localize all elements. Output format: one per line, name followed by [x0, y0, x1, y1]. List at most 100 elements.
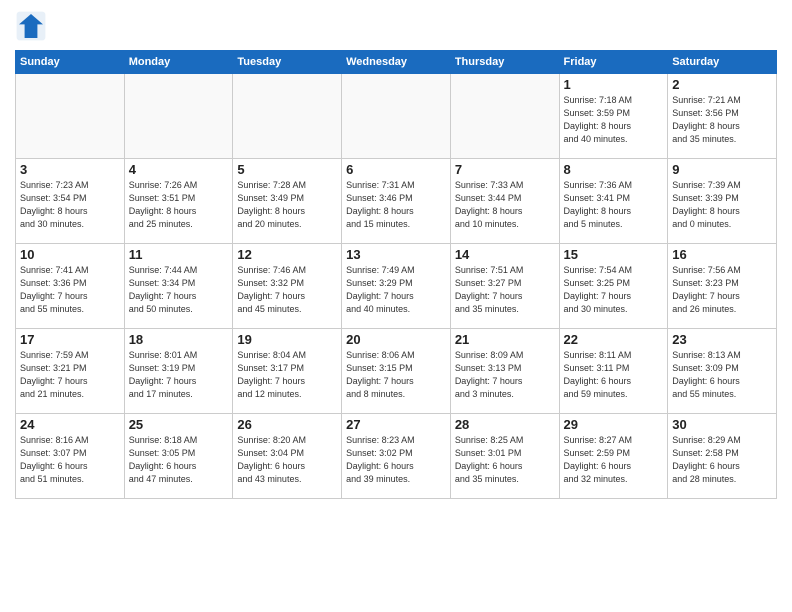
calendar-cell: 29 Sunrise: 8:27 AM Sunset: 2:59 PM Dayli… [559, 414, 668, 499]
day-number: 2 [672, 77, 772, 92]
day-info: Sunrise: 7:26 AM Sunset: 3:51 PM Dayligh… [129, 179, 229, 231]
calendar-cell: 11Sunrise: 7:44 AM Sunset: 3:34 PM Dayli… [124, 244, 233, 329]
day-number: 8 [564, 162, 664, 177]
calendar-cell: 4Sunrise: 7:26 AM Sunset: 3:51 PM Daylig… [124, 159, 233, 244]
calendar-cell: 25 Sunrise: 8:18 AM Sunset: 3:05 PM Dayli… [124, 414, 233, 499]
calendar-week-row: 10Sunrise: 7:41 AM Sunset: 3:36 PM Dayli… [16, 244, 777, 329]
logo [15, 10, 51, 42]
calendar-cell: 15 Sunrise: 7:54 AM Sunset: 3:25 PM Dayli… [559, 244, 668, 329]
day-number: 20 [346, 332, 446, 347]
header-saturday: Saturday [668, 51, 777, 74]
calendar-week-row: 1 Sunrise: 7:18 AM Sunset: 3:59 PM Daylig… [16, 74, 777, 159]
logo-icon [15, 10, 47, 42]
day-info: Sunrise: 7:46 AM Sunset: 3:32 PM Dayligh… [237, 264, 337, 316]
day-number: 24 [20, 417, 120, 432]
calendar-cell: 2 Sunrise: 7:21 AM Sunset: 3:56 PM Daylig… [668, 74, 777, 159]
day-number: 15 [564, 247, 664, 262]
calendar-cell: 14Sunrise: 7:51 AM Sunset: 3:27 PM Dayli… [450, 244, 559, 329]
calendar-cell [450, 74, 559, 159]
day-number: 25 [129, 417, 229, 432]
day-info: Sunrise: 8:23 AM Sunset: 3:02 PM Dayligh… [346, 434, 446, 486]
day-number: 7 [455, 162, 555, 177]
day-info: Sunrise: 7:23 AM Sunset: 3:54 PM Dayligh… [20, 179, 120, 231]
calendar-cell: 8 Sunrise: 7:36 AM Sunset: 3:41 PM Daylig… [559, 159, 668, 244]
calendar-week-row: 17 Sunrise: 7:59 AM Sunset: 3:21 PM Dayli… [16, 329, 777, 414]
day-info: Sunrise: 8:18 AM Sunset: 3:05 PM Dayligh… [129, 434, 229, 486]
day-number: 18 [129, 332, 229, 347]
header-tuesday: Tuesday [233, 51, 342, 74]
day-number: 13 [346, 247, 446, 262]
day-number: 10 [20, 247, 120, 262]
calendar-cell: 18 Sunrise: 8:01 AM Sunset: 3:19 PM Dayli… [124, 329, 233, 414]
day-info: Sunrise: 7:54 AM Sunset: 3:25 PM Dayligh… [564, 264, 664, 316]
day-info: Sunrise: 8:09 AM Sunset: 3:13 PM Dayligh… [455, 349, 555, 401]
calendar-week-row: 3 Sunrise: 7:23 AM Sunset: 3:54 PM Daylig… [16, 159, 777, 244]
calendar-cell: 23 Sunrise: 8:13 AM Sunset: 3:09 PM Dayli… [668, 329, 777, 414]
header-friday: Friday [559, 51, 668, 74]
day-info: Sunrise: 7:33 AM Sunset: 3:44 PM Dayligh… [455, 179, 555, 231]
day-number: 6 [346, 162, 446, 177]
calendar-cell: 30 Sunrise: 8:29 AM Sunset: 2:58 PM Dayli… [668, 414, 777, 499]
calendar-table: Sunday Monday Tuesday Wednesday Thursday… [15, 50, 777, 499]
day-info: Sunrise: 8:20 AM Sunset: 3:04 PM Dayligh… [237, 434, 337, 486]
day-number: 30 [672, 417, 772, 432]
calendar-cell: 10Sunrise: 7:41 AM Sunset: 3:36 PM Dayli… [16, 244, 125, 329]
day-info: Sunrise: 8:04 AM Sunset: 3:17 PM Dayligh… [237, 349, 337, 401]
day-number: 16 [672, 247, 772, 262]
calendar-cell: 12 Sunrise: 7:46 AM Sunset: 3:32 PM Dayli… [233, 244, 342, 329]
calendar-cell: 1 Sunrise: 7:18 AM Sunset: 3:59 PM Daylig… [559, 74, 668, 159]
calendar-cell: 24Sunrise: 8:16 AM Sunset: 3:07 PM Dayli… [16, 414, 125, 499]
calendar-cell: 21 Sunrise: 8:09 AM Sunset: 3:13 PM Dayli… [450, 329, 559, 414]
day-number: 1 [564, 77, 664, 92]
day-info: Sunrise: 7:44 AM Sunset: 3:34 PM Dayligh… [129, 264, 229, 316]
calendar-cell: 3 Sunrise: 7:23 AM Sunset: 3:54 PM Daylig… [16, 159, 125, 244]
day-info: Sunrise: 7:49 AM Sunset: 3:29 PM Dayligh… [346, 264, 446, 316]
day-number: 27 [346, 417, 446, 432]
calendar-cell: 13 Sunrise: 7:49 AM Sunset: 3:29 PM Dayli… [342, 244, 451, 329]
day-info: Sunrise: 8:29 AM Sunset: 2:58 PM Dayligh… [672, 434, 772, 486]
header-wednesday: Wednesday [342, 51, 451, 74]
day-info: Sunrise: 7:59 AM Sunset: 3:21 PM Dayligh… [20, 349, 120, 401]
day-number: 19 [237, 332, 337, 347]
calendar-cell: 16 Sunrise: 7:56 AM Sunset: 3:23 PM Dayli… [668, 244, 777, 329]
day-info: Sunrise: 7:56 AM Sunset: 3:23 PM Dayligh… [672, 264, 772, 316]
day-info: Sunrise: 8:25 AM Sunset: 3:01 PM Dayligh… [455, 434, 555, 486]
calendar-cell [233, 74, 342, 159]
day-number: 5 [237, 162, 337, 177]
calendar-cell: 22 Sunrise: 8:11 AM Sunset: 3:11 PM Dayli… [559, 329, 668, 414]
page-header [15, 10, 777, 42]
header-sunday: Sunday [16, 51, 125, 74]
day-info: Sunrise: 7:51 AM Sunset: 3:27 PM Dayligh… [455, 264, 555, 316]
day-number: 12 [237, 247, 337, 262]
day-number: 29 [564, 417, 664, 432]
day-number: 23 [672, 332, 772, 347]
day-number: 17 [20, 332, 120, 347]
day-number: 3 [20, 162, 120, 177]
calendar-cell [16, 74, 125, 159]
day-info: Sunrise: 7:28 AM Sunset: 3:49 PM Dayligh… [237, 179, 337, 231]
day-number: 28 [455, 417, 555, 432]
calendar-header-row: Sunday Monday Tuesday Wednesday Thursday… [16, 51, 777, 74]
day-info: Sunrise: 7:21 AM Sunset: 3:56 PM Dayligh… [672, 94, 772, 146]
day-info: Sunrise: 8:11 AM Sunset: 3:11 PM Dayligh… [564, 349, 664, 401]
day-info: Sunrise: 7:36 AM Sunset: 3:41 PM Dayligh… [564, 179, 664, 231]
calendar-cell: 26Sunrise: 8:20 AM Sunset: 3:04 PM Dayli… [233, 414, 342, 499]
calendar-cell: 20 Sunrise: 8:06 AM Sunset: 3:15 PM Dayli… [342, 329, 451, 414]
calendar-cell: 19 Sunrise: 8:04 AM Sunset: 3:17 PM Dayli… [233, 329, 342, 414]
day-info: Sunrise: 8:27 AM Sunset: 2:59 PM Dayligh… [564, 434, 664, 486]
day-info: Sunrise: 8:06 AM Sunset: 3:15 PM Dayligh… [346, 349, 446, 401]
day-info: Sunrise: 7:31 AM Sunset: 3:46 PM Dayligh… [346, 179, 446, 231]
header-monday: Monday [124, 51, 233, 74]
calendar-cell: 27 Sunrise: 8:23 AM Sunset: 3:02 PM Dayli… [342, 414, 451, 499]
day-number: 22 [564, 332, 664, 347]
day-info: Sunrise: 7:18 AM Sunset: 3:59 PM Dayligh… [564, 94, 664, 146]
day-info: Sunrise: 7:39 AM Sunset: 3:39 PM Dayligh… [672, 179, 772, 231]
calendar-cell: 7 Sunrise: 7:33 AM Sunset: 3:44 PM Daylig… [450, 159, 559, 244]
day-info: Sunrise: 8:01 AM Sunset: 3:19 PM Dayligh… [129, 349, 229, 401]
calendar-cell [342, 74, 451, 159]
day-number: 21 [455, 332, 555, 347]
day-info: Sunrise: 8:13 AM Sunset: 3:09 PM Dayligh… [672, 349, 772, 401]
calendar-cell: 28 Sunrise: 8:25 AM Sunset: 3:01 PM Dayli… [450, 414, 559, 499]
calendar-cell: 5 Sunrise: 7:28 AM Sunset: 3:49 PM Daylig… [233, 159, 342, 244]
day-number: 9 [672, 162, 772, 177]
